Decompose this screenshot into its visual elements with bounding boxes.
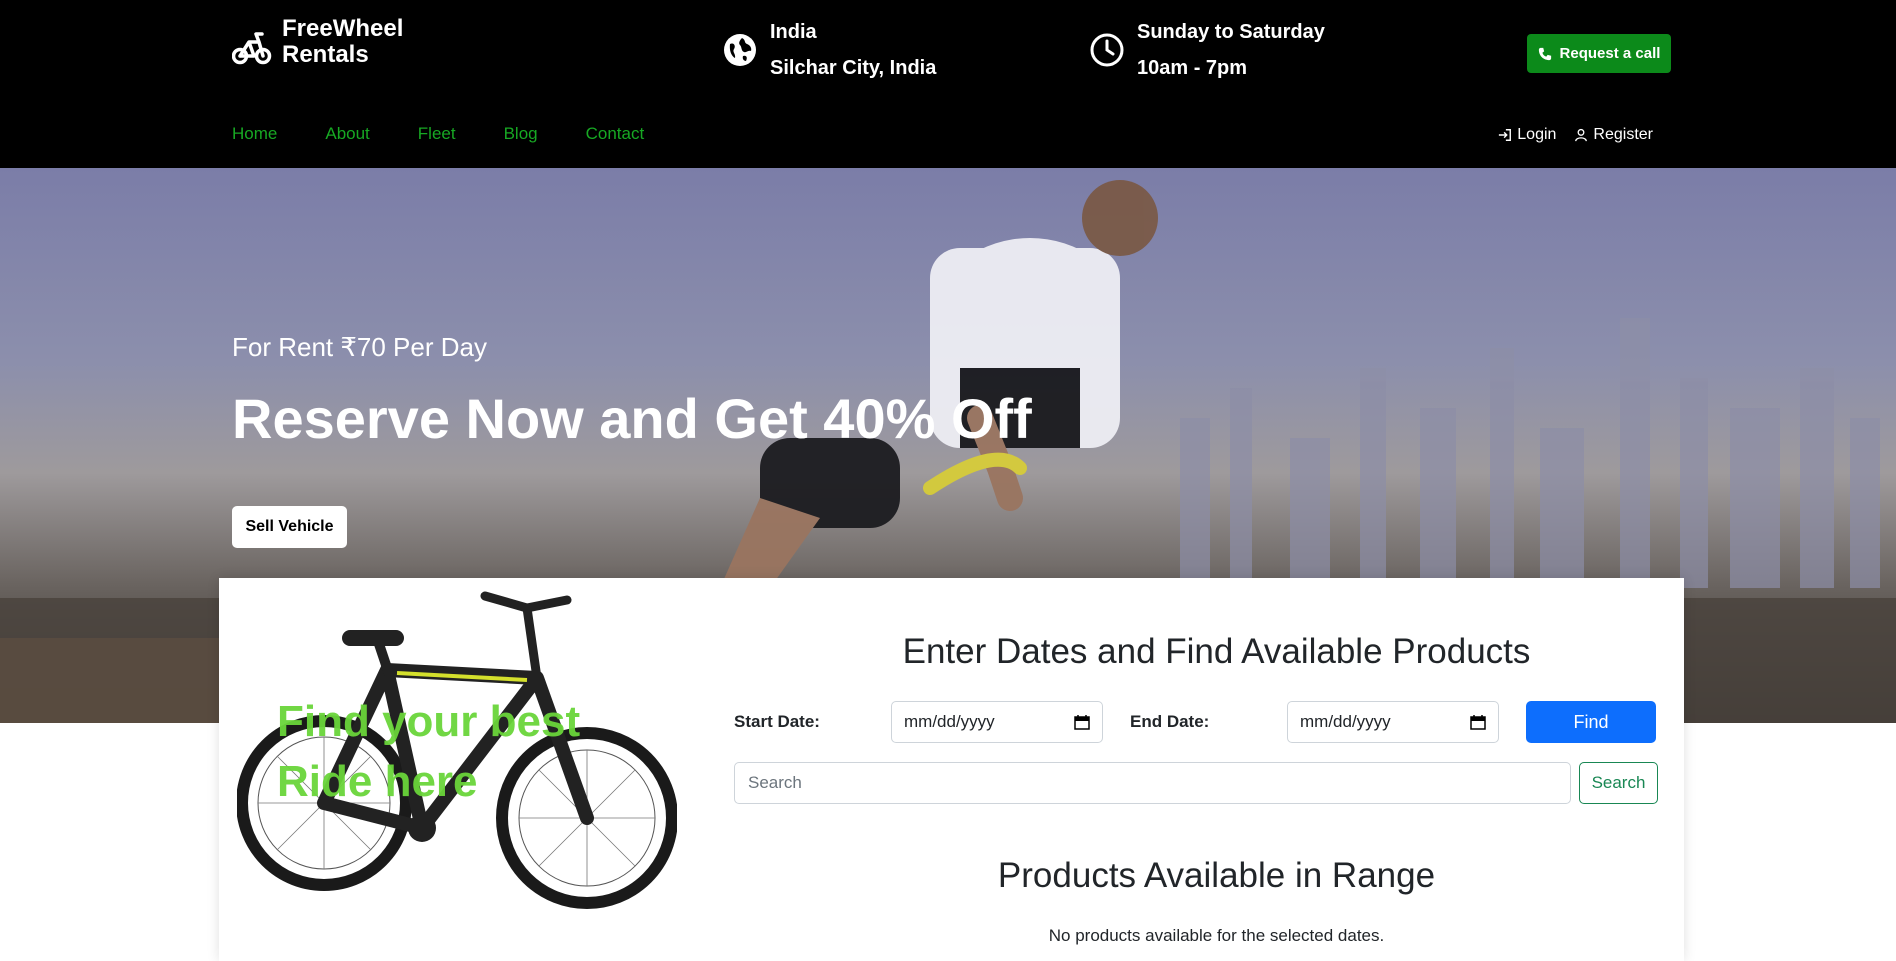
nav-contact[interactable]: Contact [586, 124, 645, 144]
search-button[interactable]: Search [1579, 762, 1658, 804]
calendar-icon [1074, 715, 1090, 730]
nav-about[interactable]: About [325, 124, 369, 144]
end-date-placeholder: mm/dd/yyyy [1300, 712, 1391, 731]
hours-time: 10am - 7pm [1137, 57, 1248, 79]
main-nav: Home About Fleet Blog Contact [232, 124, 644, 144]
start-date-input[interactable]: mm/dd/yyyy [891, 701, 1103, 743]
location-info: India Silchar City, India [722, 14, 936, 86]
user-icon [1575, 128, 1588, 142]
bike-caption: Find your best Ride here [277, 697, 581, 806]
brand-logo[interactable]: FreeWheel Rentals [232, 16, 422, 68]
nav-blog[interactable]: Blog [504, 124, 538, 144]
find-button[interactable]: Find [1526, 701, 1656, 743]
hero-title: Reserve Now and Get 40% Off [232, 387, 1032, 450]
bicycle-icon [232, 32, 272, 65]
location-city: Silchar City, India [770, 57, 937, 79]
product-finder-card: Find your best Ride here Enter Dates and… [219, 578, 1684, 961]
products-title: Products Available in Range [997, 856, 1436, 895]
end-date-input[interactable]: mm/dd/yyyy [1287, 701, 1499, 743]
calendar-icon [1470, 715, 1486, 730]
clock-icon [1090, 33, 1124, 67]
empty-results-message: No products available for the selected d… [1048, 926, 1385, 945]
finder-title: Enter Dates and Find Available Products [902, 632, 1531, 671]
brand-name: FreeWheel Rentals [282, 15, 404, 68]
login-icon [1499, 129, 1512, 141]
login-link[interactable]: Login [1498, 126, 1556, 144]
login-label: Login [1517, 126, 1557, 143]
sell-vehicle-button[interactable]: Sell Vehicle [232, 506, 347, 548]
nav-home[interactable]: Home [232, 124, 277, 144]
location-country: India [770, 21, 817, 43]
start-date-placeholder: mm/dd/yyyy [904, 712, 995, 731]
search-input[interactable]: Search [734, 762, 1571, 804]
register-label: Register [1593, 126, 1653, 143]
end-date-label: End Date: [1130, 712, 1210, 731]
globe-icon [724, 34, 756, 66]
phone-icon [1538, 47, 1551, 60]
auth-links: Login Register [1498, 126, 1653, 144]
search-placeholder: Search [748, 773, 802, 792]
request-call-label: Request a call [1559, 45, 1661, 62]
nav-fleet[interactable]: Fleet [418, 124, 456, 144]
register-link[interactable]: Register [1574, 126, 1653, 144]
site-header: FreeWheel Rentals India Silchar City, In… [0, 0, 1896, 168]
hours-info: Sunday to Saturday 10am - 7pm [1089, 14, 1325, 86]
request-call-button[interactable]: Request a call [1527, 34, 1671, 73]
hours-days: Sunday to Saturday [1137, 21, 1325, 43]
hero-subtitle: For Rent ₹70 Per Day [232, 332, 487, 362]
start-date-label: Start Date: [734, 712, 820, 731]
